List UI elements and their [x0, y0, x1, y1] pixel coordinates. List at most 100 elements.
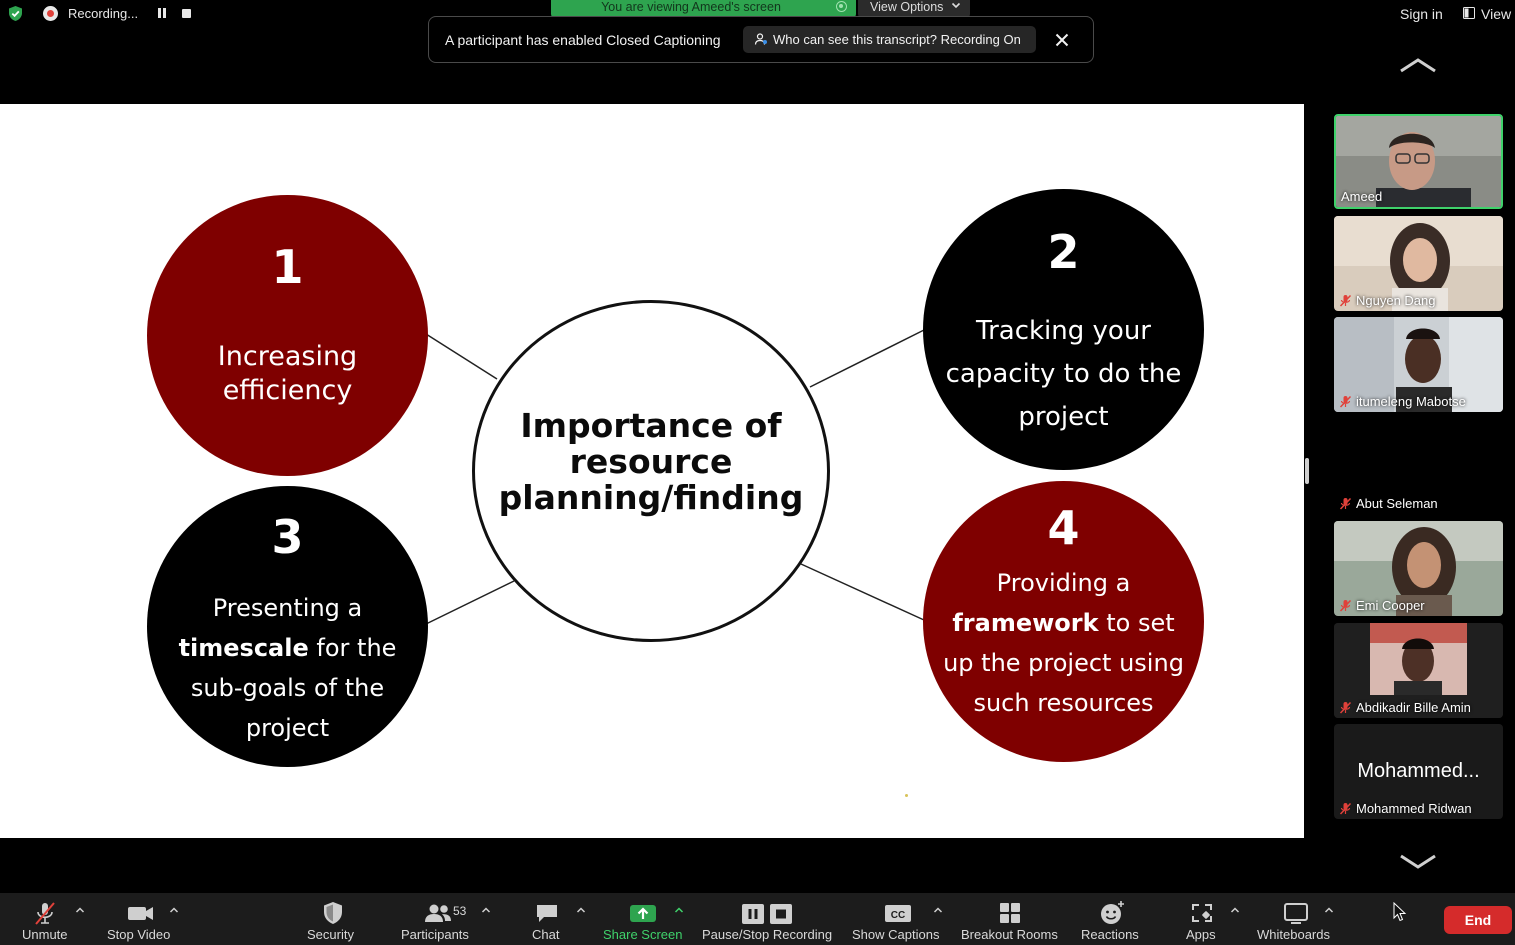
notification-message: A participant has enabled Closed Caption… — [445, 32, 721, 48]
participant-tile-emi-cooper[interactable]: Emi Cooper — [1334, 521, 1503, 616]
muted-mic-icon — [1339, 701, 1352, 714]
reactions-label: Reactions — [1081, 927, 1139, 942]
video-camera-icon — [128, 907, 153, 920]
close-icon[interactable] — [1053, 31, 1071, 49]
sign-in-link[interactable]: Sign in — [1400, 6, 1443, 22]
point-4-text: Providing a framework to set up the proj… — [937, 563, 1190, 723]
caret-up-icon[interactable] — [674, 906, 684, 914]
reactions-button[interactable]: Reactions — [1075, 893, 1150, 945]
chat-label: Chat — [532, 927, 560, 942]
chevron-down-icon — [951, 2, 961, 9]
apps-icon — [1192, 904, 1212, 922]
caret-up-icon[interactable] — [933, 906, 943, 914]
mouse-cursor-icon — [1393, 902, 1407, 922]
chevron-up-icon[interactable] — [1398, 56, 1438, 74]
pause-stop-recording-button[interactable]: Pause/Stop Recording — [700, 893, 840, 945]
point-3-number: 3 — [271, 510, 304, 564]
recording-dot-icon — [43, 6, 58, 21]
chat-button[interactable]: Chat — [525, 893, 570, 945]
apps-button[interactable]: Apps — [1180, 893, 1225, 945]
share-screen-button[interactable]: Share Screen — [600, 893, 685, 945]
muted-mic-icon — [1339, 802, 1352, 815]
closed-captions-icon: CC — [885, 905, 911, 922]
muted-mic-icon — [1339, 599, 1352, 612]
unmute-button[interactable]: Unmute — [0, 893, 70, 945]
unmute-label: Unmute — [22, 927, 68, 942]
pause-recording-icon[interactable] — [158, 8, 167, 18]
share-screen-label: Share Screen — [603, 927, 683, 942]
show-captions-button[interactable]: CC Show Captions — [850, 893, 945, 945]
participant-tile-abut-seleman[interactable]: Abut Seleman — [1334, 419, 1503, 514]
participant-tile-ameed[interactable]: Ameed — [1334, 114, 1503, 209]
stop-video-button[interactable]: Stop Video — [100, 893, 180, 945]
point-3-text: Presenting a timescale for the sub-goals… — [157, 588, 418, 748]
participants-icon — [425, 904, 451, 922]
participant-tile-nguyen-dang[interactable]: Nguyen Dang — [1334, 216, 1503, 311]
point-2-circle: 2 Tracking your capacity to do the proje… — [923, 189, 1204, 470]
muted-mic-icon — [1339, 395, 1352, 408]
caret-up-icon[interactable] — [481, 906, 491, 914]
view-button[interactable]: View — [1463, 6, 1515, 24]
share-screen-icon — [630, 905, 656, 922]
end-meeting-button[interactable]: End — [1444, 906, 1512, 934]
screen-share-indicator-icon — [836, 1, 847, 12]
participant-name: Nguyen Dang — [1356, 293, 1436, 308]
breakout-rooms-label: Breakout Rooms — [961, 927, 1058, 942]
point-3-text-bold: timescale — [178, 634, 309, 662]
chat-bubble-icon — [537, 905, 557, 922]
point-1-circle: 1 Increasing efficiency — [147, 195, 428, 476]
point-1-number: 1 — [271, 240, 304, 294]
participant-name: Mohammed Ridwan — [1356, 801, 1472, 816]
participant-name: Abut Seleman — [1356, 496, 1438, 511]
whiteboard-icon — [1284, 903, 1308, 924]
point-2-number: 2 — [1047, 225, 1080, 279]
point-1-text: Increasing efficiency — [217, 341, 358, 406]
meeting-toolbar: Unmute Stop Video Security 53 Participan… — [0, 893, 1515, 945]
grid-view-icon — [1463, 7, 1475, 19]
muted-mic-icon — [1339, 294, 1352, 307]
smiley-plus-icon — [1101, 901, 1124, 924]
caret-up-icon[interactable] — [1324, 906, 1334, 914]
participant-tile-abdikadir-bille-amin[interactable]: Abdikadir Bille Amin — [1334, 623, 1503, 718]
chevron-down-icon[interactable] — [1398, 853, 1438, 871]
transcript-info-button[interactable]: Who can see this transcript? Recording O… — [743, 26, 1036, 53]
stop-video-label: Stop Video — [107, 927, 171, 942]
participant-name: itumeleng Mabotse — [1356, 394, 1466, 409]
view-label: View — [1481, 6, 1512, 22]
participant-display-name: Mohammed... — [1357, 760, 1480, 782]
participants-label: Participants — [401, 927, 469, 942]
caret-up-icon[interactable] — [1230, 906, 1240, 914]
participant-name: Abdikadir Bille Amin — [1356, 700, 1471, 715]
participant-tile-mohammed-ridwan[interactable]: Mohammed... Mohammed Ridwan — [1334, 724, 1503, 819]
panel-resize-handle[interactable] — [1305, 458, 1309, 484]
point-4-number: 4 — [1047, 501, 1080, 555]
closed-caption-notification: A participant has enabled Closed Caption… — [428, 16, 1094, 63]
participants-count: 53 — [453, 904, 467, 918]
participant-tile-itumeleng-mabotse[interactable]: itumeleng Mabotse — [1334, 317, 1503, 412]
shield-check-icon[interactable] — [7, 5, 24, 22]
show-captions-label: Show Captions — [852, 927, 940, 942]
shared-screen-slide[interactable]: 1 Increasing efficiency 2 Tracking your … — [0, 104, 1304, 838]
stop-recording-icon[interactable] — [182, 9, 191, 18]
caret-up-icon[interactable] — [576, 906, 586, 914]
pause-stop-recording-label: Pause/Stop Recording — [702, 927, 833, 942]
caret-up-icon[interactable] — [169, 906, 179, 914]
whiteboards-label: Whiteboards — [1257, 927, 1330, 942]
breakout-rooms-button[interactable]: Breakout Rooms — [955, 893, 1065, 945]
slide-title: Importance of resource planning/finding — [498, 406, 804, 517]
participants-button[interactable]: 53 Participants — [400, 893, 480, 945]
participant-name: Emi Cooper — [1356, 598, 1425, 613]
center-circle: Importance of resource planning/finding — [472, 300, 830, 642]
muted-mic-icon — [35, 902, 55, 925]
participant-name: Ameed — [1341, 189, 1383, 204]
point-4-circle: 4 Providing a framework to set up the pr… — [923, 481, 1204, 762]
recording-label: Recording... — [68, 6, 139, 21]
point-4-text-bold: framework — [952, 609, 1099, 637]
caret-up-icon[interactable] — [75, 906, 85, 914]
muted-mic-icon — [1339, 497, 1352, 510]
security-button[interactable]: Security — [300, 893, 365, 945]
whiteboards-button[interactable]: Whiteboards — [1250, 893, 1340, 945]
pause-stop-icon — [742, 904, 792, 924]
point-3-circle: 3 Presenting a timescale for the sub-goa… — [147, 486, 428, 767]
point-2-text: Tracking your capacity to do the project — [945, 316, 1182, 432]
